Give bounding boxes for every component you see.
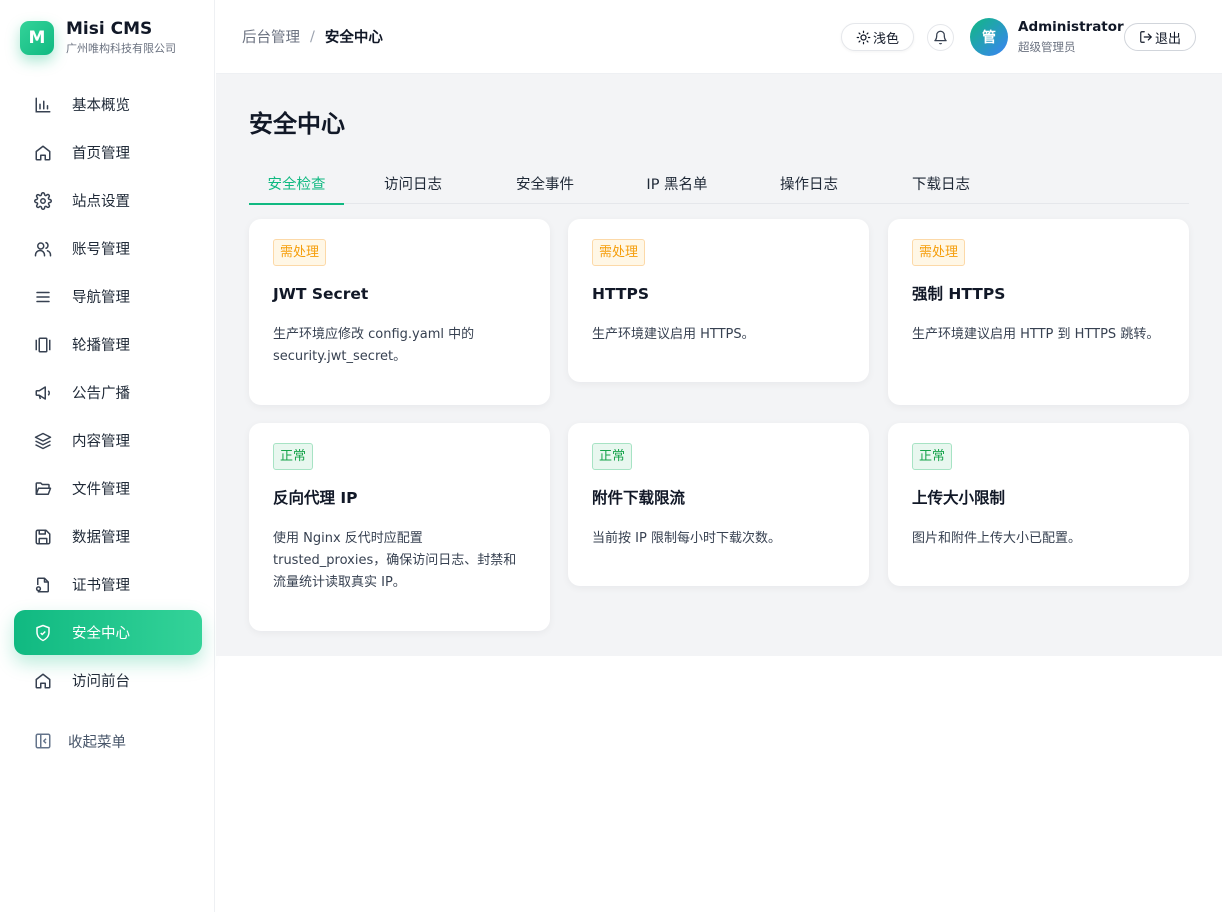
brand-logo: M xyxy=(20,21,54,55)
status-badge: 正常 xyxy=(273,443,314,470)
logout-label: 退出 xyxy=(1154,31,1181,47)
theme-label: 浅色 xyxy=(872,31,899,47)
sidebar-item-label: 首页管理 xyxy=(72,146,130,162)
sidebar-item-site-settings[interactable]: 站点设置 xyxy=(14,178,202,223)
tab-ip-blacklist[interactable]: IP 黑名单 xyxy=(611,162,743,204)
tab-operation-log[interactable]: 操作日志 xyxy=(743,162,875,204)
check-card-jwt-secret: 需处理 JWT Secret 生产环境应修改 config.yaml 中的 se… xyxy=(249,219,550,405)
card-description: 生产环境应修改 config.yaml 中的 security.jwt_secr… xyxy=(273,327,475,364)
check-card-download-rate-limit: 正常 附件下载限流 当前按 IP 限制每小时下载次数。 xyxy=(568,423,869,586)
sidebar-item-label: 安全中心 xyxy=(72,626,130,642)
card-description: 生产环境建议启用 HTTP 到 HTTPS 跳转。 xyxy=(912,327,1160,342)
check-card-reverse-proxy-ip: 正常 反向代理 IP 使用 Nginx 反代时应配置 trusted_proxi… xyxy=(249,423,550,631)
sidebar-item-label: 文件管理 xyxy=(72,482,130,498)
card-description: 图片和附件上传大小已配置。 xyxy=(912,531,1082,546)
card-title: 反向代理 IP xyxy=(273,489,358,507)
sidebar-item-certificates[interactable]: 证书管理 xyxy=(14,562,202,607)
app-root: M Misi CMS 广州唯构科技有限公司 基本概览 首页管理 站点设置 账号管… xyxy=(0,0,1222,912)
user-role: 超级管理员 xyxy=(1018,40,1076,54)
sidebar-collapse-icon xyxy=(34,732,52,750)
sidebar: M Misi CMS 广州唯构科技有限公司 基本概览 首页管理 站点设置 账号管… xyxy=(0,0,215,912)
sidebar-item-navigation[interactable]: 导航管理 xyxy=(14,274,202,319)
status-badge: 需处理 xyxy=(912,239,966,266)
sidebar-item-label: 公告广播 xyxy=(72,386,130,402)
megaphone-icon xyxy=(34,384,52,402)
brand-name: Misi CMS xyxy=(66,19,153,39)
status-badge: 正常 xyxy=(912,443,953,470)
status-badge: 需处理 xyxy=(592,239,646,266)
sidebar-item-accounts[interactable]: 账号管理 xyxy=(14,226,202,271)
tab-access-log[interactable]: 访问日志 xyxy=(347,162,479,204)
home-icon xyxy=(34,144,52,162)
gear-icon xyxy=(34,191,52,210)
card-title: 上传大小限制 xyxy=(912,489,1006,507)
logout-button[interactable]: 退出 xyxy=(1124,23,1196,51)
save-icon xyxy=(34,528,52,546)
sidebar-item-label: 轮播管理 xyxy=(72,338,130,354)
status-badge: 正常 xyxy=(592,443,633,470)
sidebar-item-data[interactable]: 数据管理 xyxy=(14,514,202,559)
collapse-menu-button[interactable]: 收起菜单 xyxy=(34,729,126,753)
check-card-force-https: 需处理 强制 HTTPS 生产环境建议启用 HTTP 到 HTTPS 跳转。 xyxy=(888,219,1189,405)
sidebar-item-security[interactable]: 安全中心 xyxy=(14,610,202,655)
user-info: Administrator 超级管理员 xyxy=(1018,18,1124,56)
brand[interactable]: M Misi CMS 广州唯构科技有限公司 xyxy=(20,18,176,58)
logout-icon xyxy=(1139,30,1153,44)
breadcrumb-separator: / xyxy=(310,28,315,45)
bar-chart-icon xyxy=(34,96,52,114)
breadcrumb-current: 安全中心 xyxy=(324,30,383,46)
avatar[interactable]: 管 xyxy=(970,18,1008,56)
menu-icon xyxy=(34,288,52,306)
top-header: 后台管理 / 安全中心 浅色 管 Administrator 超级管理员 退出 xyxy=(216,0,1222,74)
collapse-menu-label: 收起菜单 xyxy=(68,734,126,751)
card-title: 强制 HTTPS xyxy=(912,285,1006,303)
theme-toggle-button[interactable]: 浅色 xyxy=(841,23,914,51)
sidebar-item-carousel[interactable]: 轮播管理 xyxy=(14,322,202,367)
check-card-upload-size-limit: 正常 上传大小限制 图片和附件上传大小已配置。 xyxy=(888,423,1189,586)
folder-open-icon xyxy=(34,480,52,498)
bell-icon xyxy=(934,30,947,45)
card-title: JWT Secret xyxy=(273,285,369,303)
tab-security-events[interactable]: 安全事件 xyxy=(479,162,611,204)
home-icon xyxy=(34,672,52,690)
layers-icon xyxy=(34,432,52,450)
file-key-icon xyxy=(34,576,52,594)
card-title: HTTPS xyxy=(592,285,649,303)
sidebar-item-content[interactable]: 内容管理 xyxy=(14,418,202,463)
sidebar-nav: 基本概览 首页管理 站点设置 账号管理 导航管理 轮播管理 公告广播 内容管理 … xyxy=(14,82,202,706)
tab-bar: 安全检查 访问日志 安全事件 IP 黑名单 操作日志 下载日志 xyxy=(249,162,1189,205)
tab-security-check[interactable]: 安全检查 xyxy=(249,162,344,205)
user-name: Administrator xyxy=(1018,19,1124,35)
sidebar-item-label: 数据管理 xyxy=(72,530,130,546)
tab-download-log[interactable]: 下载日志 xyxy=(875,162,1007,204)
sidebar-item-label: 内容管理 xyxy=(72,434,130,450)
status-badge: 需处理 xyxy=(273,239,327,266)
card-description: 使用 Nginx 反代时应配置 trusted_proxies，确保访问日志、封… xyxy=(273,531,517,590)
sidebar-item-label: 基本概览 xyxy=(72,98,130,114)
main-content: 安全中心 安全检查 访问日志 安全事件 IP 黑名单 操作日志 下载日志 需处理… xyxy=(216,74,1222,656)
breadcrumb-root[interactable]: 后台管理 xyxy=(242,26,300,47)
users-icon xyxy=(34,240,52,258)
breadcrumb: 后台管理 / 安全中心 xyxy=(242,26,383,47)
card-title: 附件下载限流 xyxy=(592,489,686,507)
notifications-button[interactable] xyxy=(927,24,954,51)
sidebar-item-label: 站点设置 xyxy=(72,194,130,210)
sidebar-item-visit-frontend[interactable]: 访问前台 xyxy=(14,658,202,703)
check-card-https: 需处理 HTTPS 生产环境建议启用 HTTPS。 xyxy=(568,219,869,382)
sidebar-item-announcements[interactable]: 公告广播 xyxy=(14,370,202,415)
sun-icon xyxy=(856,30,871,45)
sidebar-item-files[interactable]: 文件管理 xyxy=(14,466,202,511)
brand-company: 广州唯构科技有限公司 xyxy=(66,42,176,55)
page-title: 安全中心 xyxy=(249,110,345,138)
sidebar-item-label: 账号管理 xyxy=(72,242,130,258)
card-description: 当前按 IP 限制每小时下载次数。 xyxy=(592,531,781,546)
sidebar-item-label: 证书管理 xyxy=(72,578,130,594)
shield-icon xyxy=(34,624,52,642)
sidebar-item-overview[interactable]: 基本概览 xyxy=(14,82,202,127)
card-description: 生产环境建议启用 HTTPS。 xyxy=(592,327,755,342)
sidebar-item-label: 导航管理 xyxy=(72,290,130,306)
carousel-icon xyxy=(34,336,52,354)
sidebar-item-label: 访问前台 xyxy=(72,674,130,690)
sidebar-item-home[interactable]: 首页管理 xyxy=(14,130,202,175)
